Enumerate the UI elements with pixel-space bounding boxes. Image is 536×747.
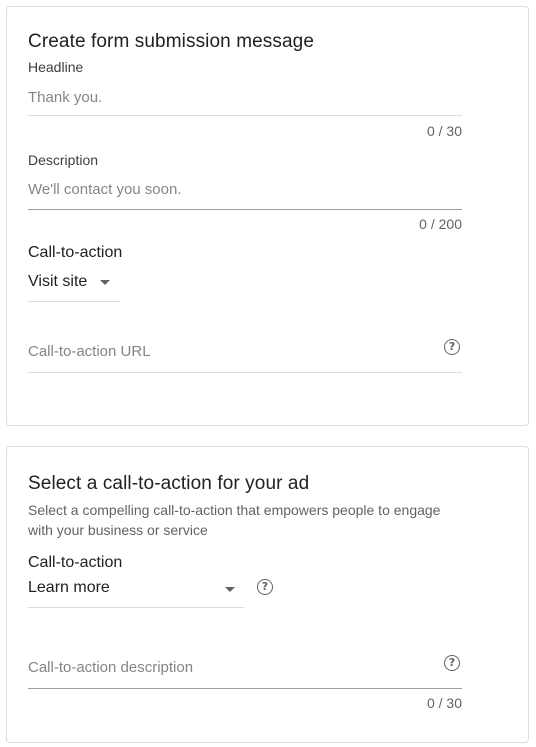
form-submission-card: Create form submission message Headline … [6,6,529,426]
cta-url-underline [28,372,462,373]
card-title: Create form submission message [28,31,314,52]
cta-card: Select a call-to-action for your ad Sele… [6,446,529,743]
cta-description-input[interactable]: Call-to-action description [28,657,462,689]
cta-url-placeholder: Call-to-action URL [28,343,151,360]
description-underline [28,209,462,210]
card-subtitle: Select a compelling call-to-action that … [28,502,441,538]
cta-description-underline [28,688,462,689]
cta-select-value: Learn more [28,579,110,596]
cta-description-placeholder: Call-to-action description [28,659,194,676]
card-title: Select a call-to-action for your ad [28,473,310,494]
help-icon[interactable]: ? [444,655,460,671]
cta-label: Call-to-action [28,244,123,261]
help-icon[interactable]: ? [257,579,273,595]
headline-input[interactable]: Thank you. [28,85,462,116]
headline-underline [28,115,462,116]
cta-url-input[interactable]: Call-to-action URL [28,341,462,373]
headline-label: Headline [28,59,84,75]
description-counter: 0 / 200 [419,216,462,232]
cta-label: Call-to-action [28,554,123,571]
cta-select-underline [28,301,120,302]
description-input[interactable]: We'll contact you soon. [28,178,462,210]
cta-description-counter: 0 / 30 [426,695,462,711]
cta-select[interactable]: Learn more [28,577,244,608]
cta-select-value: Visit site [28,273,88,290]
chevron-down-icon [225,587,235,592]
help-icon[interactable]: ? [444,339,460,355]
description-label: Description [28,152,99,168]
cta-select-underline [28,607,244,608]
headline-counter: 0 / 30 [426,123,462,139]
description-placeholder: We'll contact you soon. [28,181,182,198]
chevron-down-icon [100,280,110,285]
headline-placeholder: Thank you. [28,89,103,106]
cta-select[interactable]: Visit site [28,269,120,302]
